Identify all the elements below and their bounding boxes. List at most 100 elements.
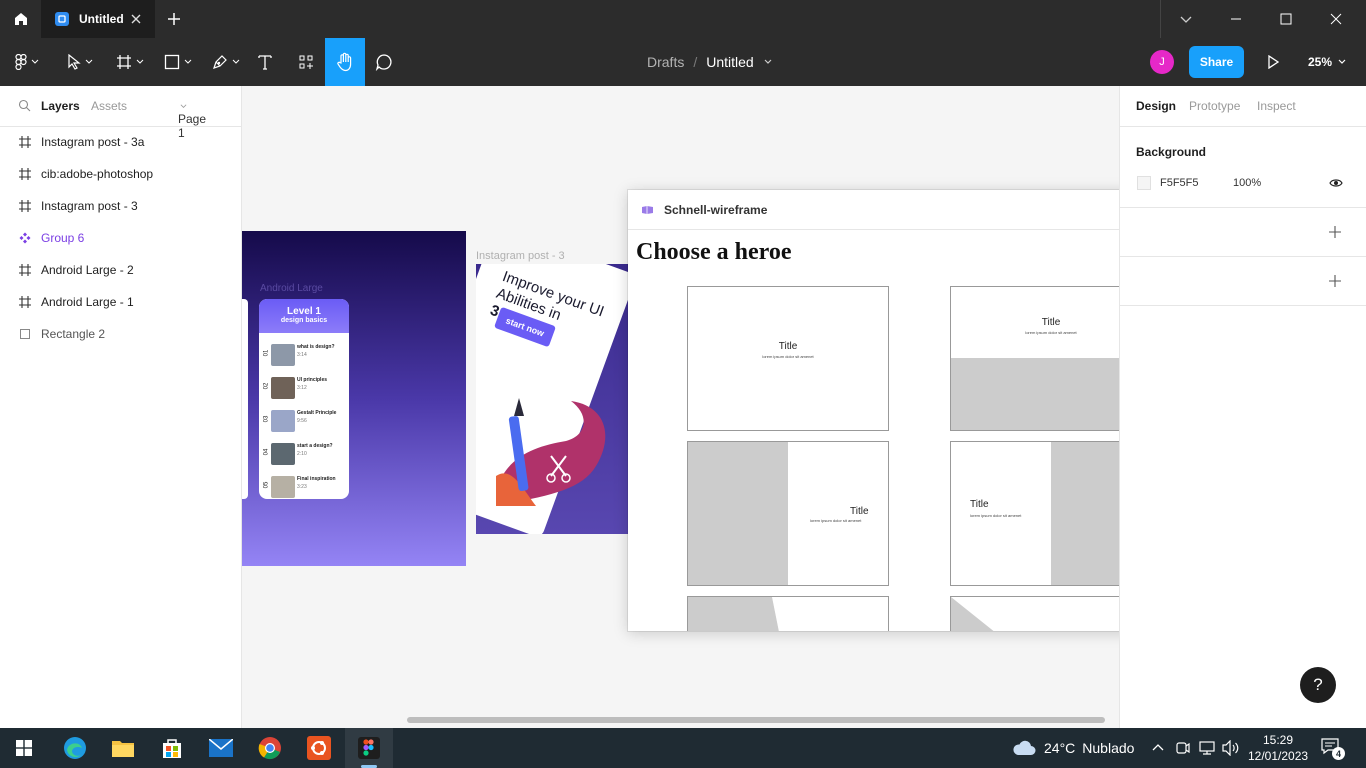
chevron-down-icon[interactable] (764, 58, 772, 66)
hero-option[interactable]: Title lorem ipsum dolor sit amenet (687, 441, 889, 586)
plus-icon[interactable] (1329, 275, 1341, 287)
layer-name: Rectangle 2 (41, 327, 106, 341)
layer-item[interactable]: Android Large - 2 (0, 254, 241, 286)
user-avatar[interactable]: J (1150, 50, 1174, 74)
item-thumbnail (271, 377, 295, 399)
breadcrumb-drafts-link[interactable]: Drafts (647, 54, 684, 70)
close-tab-icon[interactable] (129, 12, 143, 26)
tab-design[interactable]: Design (1136, 99, 1176, 113)
taskbar-file-explorer[interactable] (99, 728, 147, 768)
taskbar-chrome[interactable] (246, 728, 294, 768)
phone-label: Android Large (260, 283, 323, 294)
frame-icon (18, 168, 32, 180)
share-button[interactable]: Share (1189, 46, 1244, 78)
hero-title: Title (970, 499, 989, 510)
layer-item[interactable]: cib:adobe-photoshop (0, 158, 241, 190)
maximize-icon (1280, 13, 1292, 25)
item-number: 01 (263, 349, 270, 357)
background-hex[interactable]: F5F5F5 (1160, 177, 1199, 189)
layer-item[interactable]: Android Large - 1 (0, 286, 241, 318)
tab-assets[interactable]: Assets (91, 99, 127, 113)
volume-icon[interactable] (1222, 740, 1240, 756)
shape-tool-button[interactable] (158, 38, 198, 86)
pen-tool-button[interactable] (206, 38, 246, 86)
new-tab-button[interactable] (164, 9, 184, 29)
layer-item[interactable]: Instagram post - 3 (0, 190, 241, 222)
main-menu-button[interactable] (8, 38, 46, 86)
comment-tool-button[interactable] (368, 38, 400, 86)
present-button[interactable] (1260, 38, 1286, 86)
chevron-down-icon (232, 59, 240, 64)
taskbar-edge[interactable] (51, 728, 99, 768)
taskbar-figma[interactable] (345, 728, 393, 768)
breadcrumb: Drafts / Untitled (647, 38, 772, 86)
move-tool-button[interactable] (60, 38, 100, 86)
item-title: UI principles (297, 377, 328, 383)
close-icon (1330, 13, 1342, 25)
item-number: 02 (263, 382, 270, 390)
tab-prototype[interactable]: Prototype (1189, 99, 1240, 113)
zoom-dropdown[interactable]: 25% (1308, 38, 1346, 86)
chevron-up-icon[interactable] (1152, 743, 1164, 751)
background-opacity[interactable]: 100% (1233, 177, 1261, 189)
home-button[interactable] (0, 0, 41, 38)
search-icon[interactable] (18, 99, 31, 112)
frame-icon (18, 296, 32, 308)
right-panel-tabs: Design Prototype Inspect (1120, 86, 1366, 127)
tab-inspect[interactable]: Inspect (1257, 99, 1296, 113)
minimize-button[interactable] (1211, 0, 1261, 38)
file-title[interactable]: Untitled (706, 54, 753, 70)
layer-item[interactable]: Instagram post - 3a (0, 126, 241, 158)
chevron-down-icon (85, 59, 93, 64)
plugin-title: Schnell-wireframe (664, 202, 768, 217)
frame-label[interactable]: Instagram post - 3 (476, 250, 565, 262)
notifications-button[interactable]: 4 (1320, 737, 1350, 761)
hand-tool-button[interactable] (325, 38, 365, 86)
hero-title: Title (850, 506, 869, 517)
frame-tool-button[interactable] (110, 38, 150, 86)
local-styles-section (1120, 208, 1366, 257)
hand-icon (337, 52, 352, 72)
item-time: 9:56 (297, 418, 307, 424)
hero-option[interactable] (687, 596, 889, 631)
layer-name: Android Large - 2 (41, 263, 134, 277)
network-icon[interactable] (1199, 740, 1215, 756)
chevron-down-icon (180, 104, 187, 108)
close-window-button[interactable] (1311, 0, 1361, 38)
plus-icon[interactable] (1329, 226, 1341, 238)
file-tab[interactable]: Untitled (41, 0, 155, 38)
instagram-frame[interactable]: Improve your UI Abilities in 3 Months st… (476, 264, 628, 534)
item-title: Gestalt Principle (297, 410, 337, 416)
system-clock[interactable]: 15:29 12/01/2023 (1248, 732, 1308, 764)
zoom-level: 25% (1308, 55, 1333, 69)
tab-layers[interactable]: Layers (41, 99, 80, 113)
help-button[interactable]: ? (1300, 667, 1336, 703)
store-icon (163, 739, 181, 758)
weather-widget[interactable]: 24°C Nublado (1012, 728, 1134, 768)
resources-button[interactable] (290, 38, 322, 86)
frame-icon (18, 264, 32, 276)
layer-name: cib:adobe-photoshop (41, 167, 154, 181)
horizontal-scrollbar[interactable] (407, 717, 1105, 723)
start-button[interactable] (0, 728, 48, 768)
hero-option[interactable]: Title lorem ipsum dolor sit amenet (687, 286, 889, 431)
tabs-dropdown-button[interactable] (1161, 0, 1211, 38)
eye-icon[interactable] (1329, 178, 1343, 188)
minimize-icon (1231, 18, 1241, 20)
text-tool-button[interactable] (250, 38, 280, 86)
frame-icon (18, 136, 32, 148)
page-selector[interactable]: Page 1 (178, 99, 206, 140)
background-swatch[interactable] (1137, 176, 1151, 190)
taskbar-store[interactable] (148, 728, 196, 768)
plus-icon (168, 13, 180, 25)
taskbar-ubuntu[interactable] (295, 728, 343, 768)
comment-icon (375, 54, 392, 71)
item-time: 3:23 (297, 484, 307, 490)
layer-item[interactable]: Group 6 (0, 222, 241, 254)
taskbar-mail[interactable] (197, 728, 245, 768)
mail-icon (209, 739, 233, 757)
layer-item[interactable]: Rectangle 2 (0, 318, 241, 350)
android-frame[interactable]: Android Large Level 1 design basics 01 w… (242, 231, 466, 566)
maximize-button[interactable] (1261, 0, 1311, 38)
meet-now-icon[interactable] (1176, 740, 1190, 756)
